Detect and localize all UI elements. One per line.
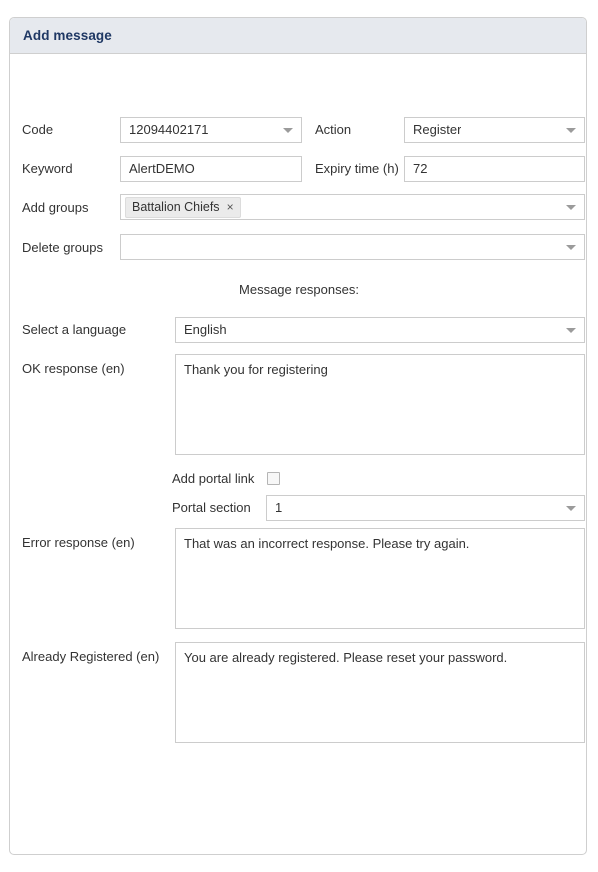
delete-groups-multiselect[interactable] [120, 234, 585, 260]
action-select[interactable]: Register [404, 117, 585, 143]
message-responses-heading: Message responses: [239, 282, 359, 297]
portal-section-label: Portal section [172, 500, 251, 515]
chevron-down-icon [283, 128, 293, 133]
portal-section-value: 1 [275, 500, 283, 515]
error-response-label: Error response (en) [22, 535, 135, 550]
add-groups-label: Add groups [22, 200, 89, 215]
page-title: Add message [23, 28, 112, 43]
chevron-down-icon [566, 205, 576, 210]
chevron-down-icon [566, 506, 576, 511]
select-language-label: Select a language [22, 322, 127, 337]
ok-response-label: OK response (en) [22, 361, 125, 376]
add-groups-multiselect[interactable]: Battalion Chiefs × [120, 194, 585, 220]
tag-chip[interactable]: Battalion Chiefs × [125, 196, 241, 218]
error-response-textarea[interactable]: That was an incorrect response. Please t… [175, 528, 585, 629]
add-portal-link-label: Add portal link [172, 471, 255, 486]
keyword-label: Keyword [22, 161, 73, 176]
delete-groups-label: Delete groups [22, 240, 103, 255]
portal-section-select[interactable]: 1 [266, 495, 585, 521]
expiry-time-input[interactable]: 72 [404, 156, 585, 182]
chevron-down-icon [566, 328, 576, 333]
keyword-input[interactable]: AlertDEMO [120, 156, 302, 182]
add-message-panel: Add message Code 12094402171 Action Regi… [9, 17, 587, 855]
code-value: 12094402171 [129, 122, 209, 137]
expiry-time-value: 72 [413, 161, 428, 176]
action-label: Action [315, 122, 352, 137]
panel-header: Add message [10, 18, 586, 54]
keyword-value: AlertDEMO [129, 161, 195, 176]
add-portal-link-checkbox[interactable] [267, 472, 280, 488]
code-select[interactable]: 12094402171 [120, 117, 302, 143]
already-registered-label: Already Registered (en) [22, 649, 160, 664]
tag-remove-icon[interactable]: × [227, 201, 234, 213]
language-value: English [184, 322, 227, 337]
language-select[interactable]: English [175, 317, 585, 343]
code-label: Code [22, 122, 54, 137]
expiry-time-label: Expiry time (h) [315, 161, 399, 176]
already-registered-textarea[interactable]: You are already registered. Please reset… [175, 642, 585, 743]
chevron-down-icon [566, 245, 576, 250]
ok-response-textarea[interactable]: Thank you for registering [175, 354, 585, 455]
checkbox-icon [267, 472, 280, 485]
tag-chip-label: Battalion Chiefs [132, 199, 220, 214]
action-value: Register [413, 122, 462, 137]
chevron-down-icon [566, 128, 576, 133]
